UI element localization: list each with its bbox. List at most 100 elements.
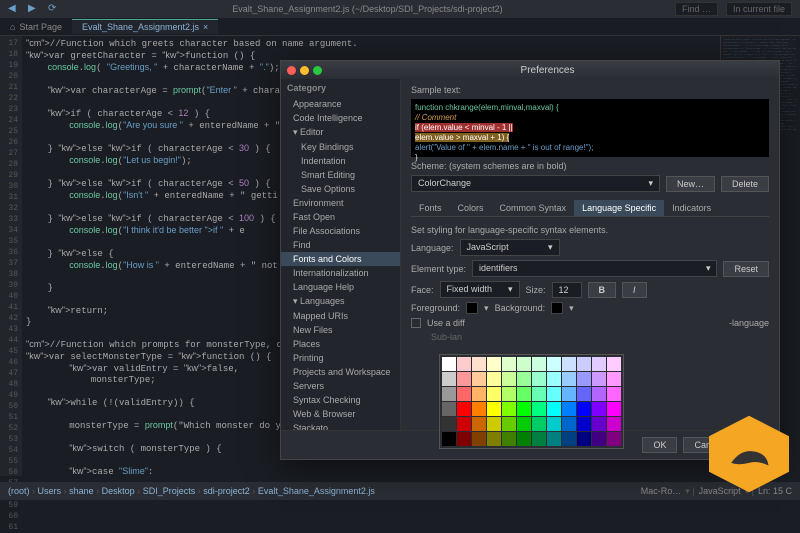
find-input[interactable]: Find …	[675, 2, 718, 16]
color-swatch[interactable]	[577, 402, 591, 416]
category-item[interactable]: Code Intelligence	[281, 111, 400, 125]
color-swatch[interactable]	[487, 357, 501, 371]
color-swatch[interactable]	[502, 372, 516, 386]
color-swatch[interactable]	[517, 387, 531, 401]
category-item[interactable]: New Files	[281, 323, 400, 337]
window-min-icon[interactable]	[300, 66, 309, 75]
color-swatch[interactable]	[457, 417, 471, 430]
color-swatch[interactable]	[547, 417, 561, 430]
category-item[interactable]: ▾ Editor	[281, 125, 400, 140]
color-swatch[interactable]	[472, 417, 486, 430]
pref-tab[interactable]: Common Syntax	[492, 200, 575, 216]
find-scope[interactable]: In current file	[726, 2, 792, 16]
color-swatch[interactable]	[562, 372, 576, 386]
color-swatch[interactable]	[562, 387, 576, 401]
italic-button[interactable]: I	[622, 282, 647, 298]
toolbar-icon[interactable]: ⟳	[48, 3, 60, 15]
chevron-down-icon[interactable]: ▾	[484, 303, 489, 314]
delete-scheme-button[interactable]: Delete	[721, 176, 769, 192]
use-different-checkbox[interactable]	[411, 318, 421, 328]
color-swatch[interactable]	[442, 387, 456, 401]
pref-tab[interactable]: Indicators	[664, 200, 719, 216]
color-swatch[interactable]	[502, 357, 516, 371]
category-item[interactable]: Syntax Checking	[281, 393, 400, 407]
color-swatch[interactable]	[547, 357, 561, 371]
color-swatch[interactable]	[562, 417, 576, 430]
category-item[interactable]: Language Help	[281, 280, 400, 294]
color-swatch[interactable]	[607, 387, 621, 401]
color-swatch[interactable]	[562, 402, 576, 416]
color-swatch[interactable]	[562, 357, 576, 371]
category-item[interactable]: Web & Browser	[281, 407, 400, 421]
category-item[interactable]: Fonts and Colors	[281, 252, 400, 266]
new-scheme-button[interactable]: New…	[666, 176, 715, 192]
color-swatch[interactable]	[532, 417, 546, 430]
window-close-icon[interactable]	[287, 66, 296, 75]
color-swatch[interactable]	[442, 357, 456, 371]
category-item[interactable]: Indentation	[281, 154, 400, 168]
breadcrumb[interactable]: (root) › Users › shane › Desktop › SDI_P…	[8, 486, 375, 496]
color-swatch[interactable]	[592, 387, 606, 401]
color-swatch[interactable]	[487, 372, 501, 386]
color-swatch[interactable]	[607, 417, 621, 430]
color-swatch[interactable]	[607, 402, 621, 416]
color-swatch[interactable]	[517, 402, 531, 416]
category-item[interactable]: Environment	[281, 196, 400, 210]
ok-button[interactable]: OK	[642, 437, 677, 453]
dialog-titlebar[interactable]: Preferences	[281, 61, 779, 79]
color-swatch[interactable]	[442, 417, 456, 430]
category-item[interactable]: Stackato	[281, 421, 400, 430]
color-swatch[interactable]	[577, 387, 591, 401]
color-swatch[interactable]	[577, 417, 591, 430]
category-item[interactable]: Save Options	[281, 182, 400, 196]
category-item[interactable]: Internationalization	[281, 266, 400, 280]
category-item[interactable]: Smart Editing	[281, 168, 400, 182]
category-item[interactable]: Servers	[281, 379, 400, 393]
color-swatch[interactable]	[472, 372, 486, 386]
scheme-select[interactable]: ColorChange▾	[411, 175, 660, 192]
color-swatch[interactable]	[592, 417, 606, 430]
color-swatch[interactable]	[457, 402, 471, 416]
color-swatch[interactable]	[472, 402, 486, 416]
color-swatch[interactable]	[502, 417, 516, 430]
color-swatch[interactable]	[592, 402, 606, 416]
background-swatch[interactable]	[551, 302, 563, 314]
category-item[interactable]: Mapped URIs	[281, 309, 400, 323]
color-swatch[interactable]	[442, 372, 456, 386]
size-select[interactable]: 12	[552, 282, 582, 298]
color-swatch[interactable]	[502, 387, 516, 401]
color-swatch[interactable]	[517, 372, 531, 386]
color-swatch[interactable]	[517, 357, 531, 371]
color-swatch[interactable]	[592, 357, 606, 371]
foreground-swatch[interactable]	[466, 302, 478, 314]
category-item[interactable]: Find	[281, 238, 400, 252]
color-swatch[interactable]	[517, 417, 531, 430]
color-swatch[interactable]	[472, 387, 486, 401]
category-item[interactable]: Fast Open	[281, 210, 400, 224]
color-swatch[interactable]	[547, 387, 561, 401]
nav-back-icon[interactable]: ◀	[8, 3, 20, 15]
category-item[interactable]: Places	[281, 337, 400, 351]
pref-tab[interactable]: Fonts	[411, 200, 450, 216]
color-swatch[interactable]	[532, 357, 546, 371]
color-swatch[interactable]	[487, 402, 501, 416]
color-swatch[interactable]	[547, 402, 561, 416]
color-swatch[interactable]	[442, 402, 456, 416]
bold-button[interactable]: B	[588, 282, 617, 298]
nav-fwd-icon[interactable]: ▶	[28, 3, 40, 15]
tab-file[interactable]: Evalt_Shane_Assignment2.js ×	[72, 19, 218, 34]
color-swatch[interactable]	[472, 357, 486, 371]
tab-start-page[interactable]: ⌂ Start Page	[0, 20, 72, 34]
pref-tab[interactable]: Colors	[450, 200, 492, 216]
color-swatch[interactable]	[532, 387, 546, 401]
element-type-select[interactable]: identifiers▾	[472, 260, 717, 277]
window-max-icon[interactable]	[313, 66, 322, 75]
color-swatch[interactable]	[577, 357, 591, 371]
color-swatch[interactable]	[607, 357, 621, 371]
color-swatch[interactable]	[607, 372, 621, 386]
close-icon[interactable]: ×	[203, 22, 208, 32]
category-item[interactable]: ▾ Languages	[281, 294, 400, 309]
color-swatch[interactable]	[532, 372, 546, 386]
face-select[interactable]: Fixed width▾	[440, 281, 520, 298]
category-item[interactable]: File Associations	[281, 224, 400, 238]
